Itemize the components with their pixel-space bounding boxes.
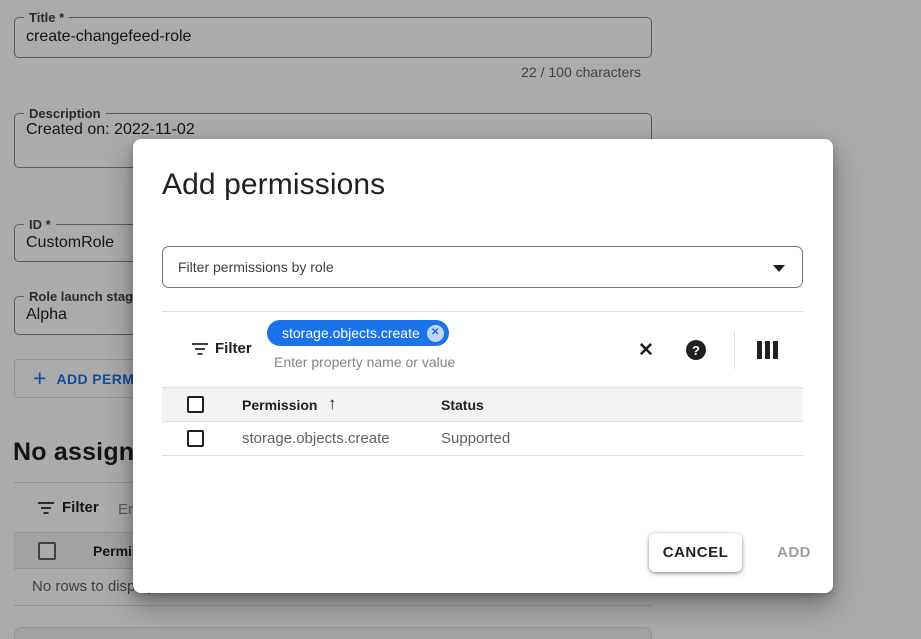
chevron-down-icon xyxy=(773,265,785,272)
filter-permissions-by-role-select[interactable]: Filter permissions by role xyxy=(162,246,803,288)
row-permission-cell: storage.objects.create xyxy=(242,430,390,447)
permission-column-header[interactable]: Permission xyxy=(242,397,317,413)
status-column-header[interactable]: Status xyxy=(441,397,484,413)
toolbar-divider xyxy=(734,331,735,369)
chip-remove-icon[interactable]: ✕ xyxy=(427,325,444,342)
clear-filters-icon[interactable]: ✕ xyxy=(632,336,660,364)
row-status-cell: Supported xyxy=(441,430,510,447)
dialog-title: Add permissions xyxy=(162,168,385,202)
help-icon[interactable]: ? xyxy=(682,336,710,364)
select-all-checkbox[interactable] xyxy=(187,396,204,413)
table-header-row: Permission ↑ Status xyxy=(162,387,803,422)
toolbar-filter-label: Filter xyxy=(215,340,252,357)
role-select-value: Filter permissions by role xyxy=(178,259,334,275)
filter-chip-label: storage.objects.create xyxy=(282,325,420,341)
filter-chip[interactable]: storage.objects.create ✕ xyxy=(267,320,449,346)
filter-input[interactable] xyxy=(274,354,574,370)
sort-ascending-icon[interactable]: ↑ xyxy=(328,394,337,414)
add-permissions-dialog: Add permissions Filter permissions by ro… xyxy=(133,139,833,593)
table-row[interactable]: storage.objects.create Supported xyxy=(162,422,803,456)
page: Title * create-changefeed-role 22 / 100 … xyxy=(0,0,921,639)
permissions-table-section: Filter storage.objects.create ✕ ✕ ? Perm… xyxy=(162,311,803,456)
add-button[interactable]: ADD xyxy=(762,533,826,572)
column-display-options-icon[interactable] xyxy=(757,341,778,359)
filter-list-icon xyxy=(192,343,208,357)
row-checkbox[interactable] xyxy=(187,430,204,447)
table-filter-toolbar: Filter storage.objects.create ✕ ✕ ? xyxy=(162,311,803,387)
cancel-button[interactable]: CANCEL xyxy=(649,533,742,572)
